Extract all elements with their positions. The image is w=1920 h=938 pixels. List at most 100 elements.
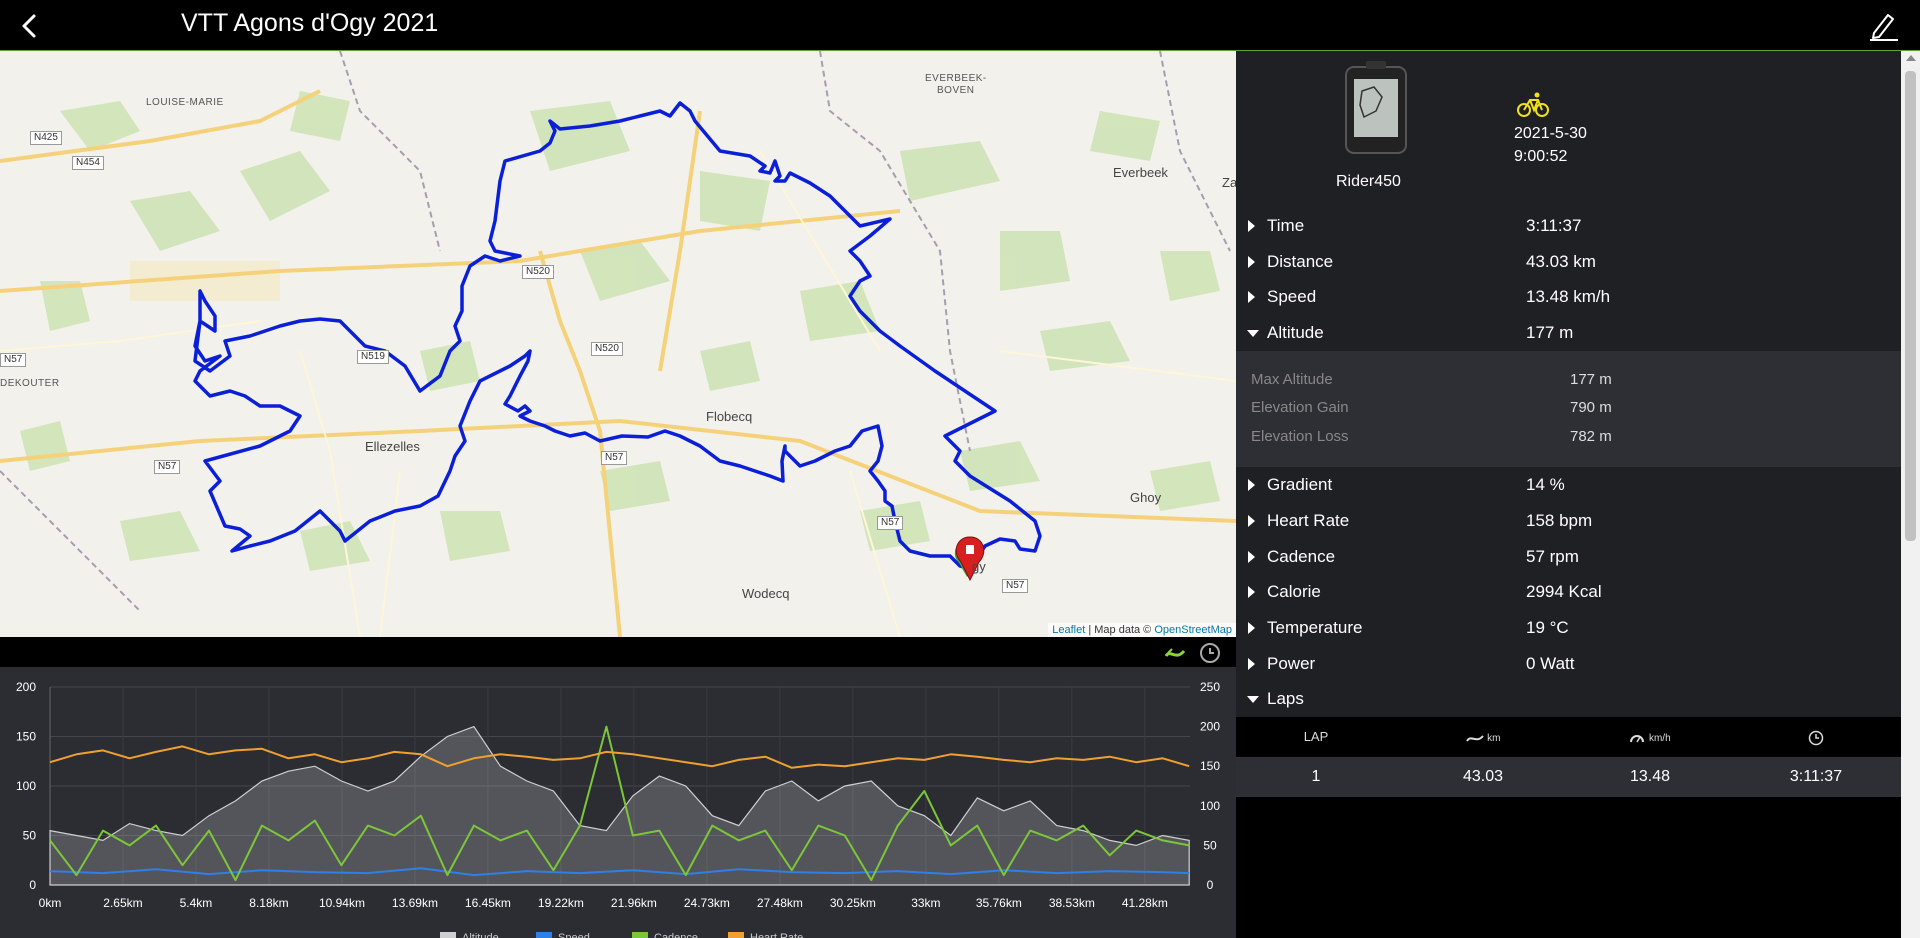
laps-table-header: LAP km km/h xyxy=(1236,717,1901,757)
distance-axis-icon[interactable] xyxy=(1163,641,1187,665)
stat-row-time[interactable]: Time 3:11:37 xyxy=(1236,208,1901,244)
clock-icon xyxy=(1808,730,1824,745)
stat-row-heart-rate[interactable]: Heart Rate 158 bpm xyxy=(1236,503,1901,539)
stat-label: Power xyxy=(1267,654,1316,673)
x-tick-label: 38.53km xyxy=(1049,896,1095,910)
lap-speed: 13.48 xyxy=(1629,768,1671,785)
distance-column-header: km xyxy=(1403,717,1563,757)
place-label: gy xyxy=(972,559,986,574)
road-tag: N425 xyxy=(30,131,62,145)
x-tick-label: 13.69km xyxy=(392,896,438,910)
road-tag: N519 xyxy=(357,350,389,364)
osm-link[interactable]: OpenStreetMap xyxy=(1154,624,1232,636)
stat-label: Altitude xyxy=(1267,323,1324,342)
stat-row-altitude[interactable]: Altitude 177 m xyxy=(1236,315,1901,351)
y-right-tick-label: 50 xyxy=(1203,838,1217,852)
road-tag: N57 xyxy=(601,451,628,465)
expand-arrow-icon xyxy=(1248,256,1255,268)
stat-row-cadence[interactable]: Cadence 57 rpm xyxy=(1236,539,1901,575)
stat-label: Calorie xyxy=(1267,582,1321,601)
place-label: DEKOUTER xyxy=(0,378,60,389)
series-heart-rate-line xyxy=(49,745,1190,769)
device-name: Rider450 xyxy=(1336,173,1401,190)
stat-label: Speed xyxy=(1267,287,1317,306)
expand-arrow-icon xyxy=(1248,551,1255,563)
road-tag: N57 xyxy=(1002,579,1029,593)
expand-arrow-icon xyxy=(1248,291,1255,303)
speedometer-icon xyxy=(1630,734,1645,742)
distance-icon xyxy=(1465,734,1484,742)
stat-row-power[interactable]: Power 0 Watt xyxy=(1236,646,1901,682)
legend-swatch xyxy=(728,932,744,938)
y-right-tick-label: 100 xyxy=(1200,799,1220,813)
lap-row[interactable]: 1 43.03 13.48 3:11:37 xyxy=(1236,757,1901,797)
speed-column-header: km/h xyxy=(1570,717,1730,757)
road-tag: N520 xyxy=(522,265,554,279)
stat-row-calorie[interactable]: Calorie 2994 Kcal xyxy=(1236,574,1901,610)
start-date: 2021-5-30 xyxy=(1514,125,1587,142)
place-label: Everbeek xyxy=(1113,165,1168,180)
stat-label: Gradient xyxy=(1267,475,1333,494)
edit-pencil-icon[interactable] xyxy=(1866,9,1900,43)
detail-label: Max Altitude xyxy=(1251,371,1333,388)
stat-value: 158 bpm xyxy=(1526,511,1593,530)
expand-arrow-icon xyxy=(1248,622,1255,634)
place-label: LOUISE-MARIE xyxy=(146,97,224,108)
stat-label: Heart Rate xyxy=(1267,511,1350,530)
device-image xyxy=(1344,61,1408,156)
stat-label: Laps xyxy=(1267,689,1304,708)
collapse-arrow-icon xyxy=(1247,696,1259,703)
activity-chart[interactable]: 0 50 100 150 200 0 50 100 150 200 250 0km 2.65km 5.4k… xyxy=(0,667,1236,938)
legend-swatch xyxy=(536,932,552,938)
expand-arrow-icon xyxy=(1248,515,1255,527)
attribution-text: | Map data © xyxy=(1085,624,1155,636)
scrollbar[interactable] xyxy=(1901,51,1920,938)
y-left-tick-label: 200 xyxy=(16,680,36,694)
series-altitude-area xyxy=(49,725,1190,886)
x-tick-label: 35.76km xyxy=(976,896,1022,910)
detail-label: Elevation Gain xyxy=(1251,399,1349,416)
y-right-tick-label: 200 xyxy=(1200,720,1220,734)
x-tick-label: 24.73km xyxy=(684,896,730,910)
detail-value: 177 m xyxy=(1570,371,1612,388)
detail-value: 790 m xyxy=(1570,399,1612,416)
stat-label: Cadence xyxy=(1267,547,1336,566)
place-label: Ellezelles xyxy=(365,439,420,454)
place-label: BOVEN xyxy=(937,85,975,96)
page-title: VTT Agons d'Ogy 2021 xyxy=(181,9,439,37)
x-tick-label: 8.18km xyxy=(249,896,288,910)
stat-value: 19 °C xyxy=(1526,618,1569,637)
expand-arrow-icon xyxy=(1248,479,1255,491)
expand-arrow-icon xyxy=(1248,586,1255,598)
back-arrow-icon[interactable] xyxy=(14,10,46,42)
time-column-header xyxy=(1736,717,1896,757)
scroll-up-arrow-icon[interactable] xyxy=(1906,55,1916,61)
route-map[interactable]: LOUISE-MARIE EVERBEEK- BOVEN Everbeek Za… xyxy=(0,51,1236,637)
stat-row-temperature[interactable]: Temperature 19 °C xyxy=(1236,610,1901,646)
stat-row-distance[interactable]: Distance 43.03 km xyxy=(1236,244,1901,280)
stat-row-gradient[interactable]: Gradient 14 % xyxy=(1236,467,1901,503)
x-tick-label: 19.22km xyxy=(538,896,584,910)
chart-toolbar xyxy=(0,637,1236,667)
stat-value: 43.03 km xyxy=(1526,252,1596,271)
time-axis-icon[interactable] xyxy=(1198,641,1222,665)
stat-row-speed[interactable]: Speed 13.48 km/h xyxy=(1236,279,1901,315)
x-tick-label: 2.65km xyxy=(103,896,142,910)
leaflet-link[interactable]: Leaflet xyxy=(1052,624,1085,636)
x-tick-label: 41.28km xyxy=(1122,896,1168,910)
expand-arrow-icon xyxy=(1248,220,1255,232)
place-label: Ghoy xyxy=(1130,490,1162,505)
stats-panel: Rider450 2021-5-30 9:00:52 Time 3:11:37 D… xyxy=(1236,51,1901,938)
road-tag: N57 xyxy=(877,516,904,530)
scroll-thumb[interactable] xyxy=(1905,71,1916,541)
x-tick-label: 5.4km xyxy=(180,896,213,910)
x-tick-label: 33km xyxy=(911,896,940,910)
road-tag: N520 xyxy=(591,342,623,356)
stat-row-laps[interactable]: Laps xyxy=(1236,681,1901,717)
place-label: Flobecq xyxy=(706,409,753,424)
lap-time: 3:11:37 xyxy=(1789,768,1843,785)
detail-value: 782 m xyxy=(1570,428,1612,445)
place-label: Wodecq xyxy=(742,586,790,601)
lap-column-header: LAP xyxy=(1303,729,1329,744)
device-info: Rider450 2021-5-30 9:00:52 xyxy=(1236,51,1901,208)
